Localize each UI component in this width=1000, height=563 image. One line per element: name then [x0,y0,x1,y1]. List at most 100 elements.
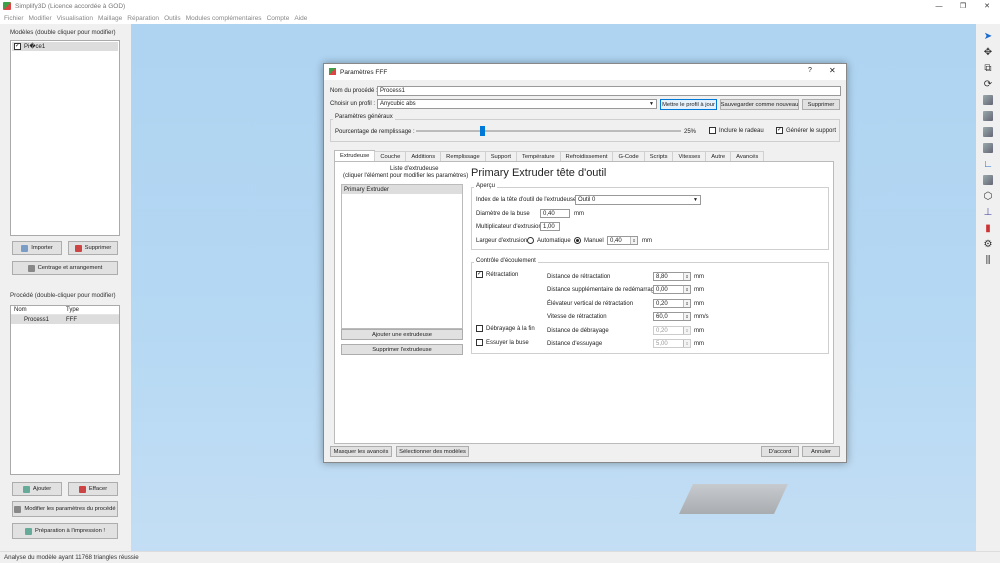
view-side-icon[interactable] [981,141,995,155]
process-list-header: Nom Type [11,306,119,315]
wireframe-icon[interactable]: ⬡ [981,189,995,203]
width-auto-radio[interactable] [527,237,534,244]
menu-reparation[interactable]: Réparation [127,15,159,22]
delete-profile-button[interactable]: Supprimer [802,99,840,110]
coast-distance-input[interactable]: 0,20 ⇕ [653,326,691,335]
spinner-icon[interactable]: ⇕ [683,327,690,334]
infill-slider[interactable] [416,130,681,132]
support-icon[interactable]: ▮ [981,221,995,235]
spinner-icon[interactable]: ⇕ [630,237,637,244]
tab-extrudeuse[interactable]: Extrudeuse [334,150,376,161]
extrusion-width-input[interactable]: 0,40 ⇕ [607,236,638,245]
erase-icon [78,485,86,493]
dialog-close-button[interactable]: ✕ [829,66,836,75]
retract-distance-input[interactable]: 8,80 ⇕ [653,272,691,281]
tool-index-value: Outil 0 [578,197,596,203]
extruder-list-title: Liste d'extrudeuse [390,166,439,172]
retract-lift-input[interactable]: 0,20 ⇕ [653,299,691,308]
processes-list[interactable]: Nom Type Process1 FFF [10,305,120,475]
menu-aide[interactable]: Aide [294,15,307,22]
cancel-button[interactable]: Annuler [802,446,840,457]
menu-outils[interactable]: Outils [164,15,181,22]
hide-advanced-button[interactable]: Masquer les avancés [330,446,392,457]
menu-fichier[interactable]: Fichier [4,15,24,22]
model-visible-checkbox[interactable]: ✓ [14,43,21,50]
tab-refroidissement[interactable]: Refroidissement [559,151,614,161]
tab-vitesses[interactable]: Vitesses [672,151,707,161]
erase-process-button[interactable]: Effacer [68,482,118,496]
prepare-print-button[interactable]: Préparation à l'impression ! [12,523,118,539]
view-top-icon[interactable] [981,109,995,123]
tab-additions[interactable]: Additions [405,151,442,161]
delete-model-button[interactable]: Supprimer [68,241,118,255]
nozzle-input[interactable]: 0,40 [540,209,570,218]
settings-gear-icon[interactable]: ⚙ [981,237,995,251]
menu-modules[interactable]: Modules complémentaires [186,15,262,22]
close-window-button[interactable]: ✕ [976,0,998,12]
center-arrange-button[interactable]: Centrage et arrangement [12,261,118,275]
spinner-icon[interactable]: ⇕ [683,300,690,307]
coast-checkbox[interactable] [476,325,483,332]
spinner-icon[interactable]: ⇕ [683,286,690,293]
models-list[interactable]: ✓ Pi�ce1 [10,40,120,236]
process-name-input[interactable]: Process1 [377,86,841,96]
add-extruder-button[interactable]: Ajouter une extrudeuse [341,329,463,340]
menu-modifier[interactable]: Modifier [29,15,52,22]
table-row[interactable]: Process1 FFF [11,315,119,324]
remove-extruder-button[interactable]: Supprimer l'extrudeuse [341,344,463,355]
scale-icon[interactable]: ⧉ [981,61,995,75]
spinner-icon[interactable]: ⇕ [683,273,690,280]
profile-select[interactable]: Anycubic abs ▼ [377,99,657,109]
tab-gcode[interactable]: G-Code [612,151,645,161]
tab-couche[interactable]: Couche [374,151,407,161]
wipe-checkbox[interactable] [476,339,483,346]
move-icon[interactable]: ✥ [981,45,995,59]
tab-remplissage[interactable]: Remplissage [440,151,486,161]
extrusion-multiplier-input[interactable]: 1,00 [540,222,560,231]
tab-autre[interactable]: Autre [705,151,732,161]
view-iso-icon[interactable] [981,173,995,187]
spinner-icon[interactable]: ⇕ [683,313,690,320]
ok-button[interactable]: D'accord [761,446,799,457]
edit-process-settings-button[interactable]: Modifier les paramètres du procédé [12,501,118,517]
support-checkbox[interactable]: ✓ [776,127,783,134]
tab-temperature[interactable]: Température [516,151,561,161]
list-item[interactable]: ✓ Pi�ce1 [12,42,118,51]
list-item[interactable]: Primary Extruder [342,185,462,194]
select-models-button[interactable]: Sélectionner des modèles [396,446,469,457]
menu-maillage[interactable]: Maillage [98,15,122,22]
minimize-button[interactable]: — [928,0,950,12]
menu-compte[interactable]: Compte [267,15,290,22]
rotate-icon[interactable]: ⟳ [981,77,995,91]
overview-label: Aperçu [474,183,498,189]
add-process-button[interactable]: Ajouter [12,482,62,496]
update-profile-button[interactable]: Mettre le profil à jour [660,99,717,110]
retraction-checkbox[interactable]: ✓ [476,271,483,278]
import-button[interactable]: Importer [12,241,62,255]
spinner-icon[interactable]: ⇕ [683,340,690,347]
help-button[interactable]: ? [808,67,812,74]
infill-slider-thumb[interactable] [480,126,486,136]
maximize-button[interactable]: ❐ [952,0,974,12]
tool-index-select[interactable]: Outil 0 ▼ [575,195,701,205]
tab-scripts[interactable]: Scripts [643,151,674,161]
view-front-icon[interactable] [981,125,995,139]
extra-restart-input[interactable]: 0,00 ⇕ [653,285,691,294]
width-manual-radio[interactable] [574,237,581,244]
extruder-list[interactable]: Primary Extruder [341,184,463,329]
cross-section-icon[interactable]: ⊥ [981,205,995,219]
select-cursor-icon[interactable]: ➤ [981,29,995,43]
menu-visualisation[interactable]: Visualisation [57,15,93,22]
dialog-title-bar: Paramètres FFF ? ✕ [324,64,846,80]
save-as-new-button[interactable]: Sauvegarder comme nouveau [720,99,799,110]
raft-checkbox[interactable] [709,127,716,134]
view-default-icon[interactable] [981,93,995,107]
custom-support-icon[interactable]: ⫼ [981,253,995,267]
axes-icon[interactable]: ∟ [981,157,995,171]
import-icon [21,244,29,252]
retract-speed-input[interactable]: 60,0 ⇕ [653,312,691,321]
tab-support[interactable]: Support [484,151,517,161]
tab-avances[interactable]: Avancés [730,151,765,161]
extruder-tab-panel: Liste d'extrudeuse (cliquer l'élément po… [334,161,834,444]
wipe-distance-input[interactable]: 5,00 ⇕ [653,339,691,348]
